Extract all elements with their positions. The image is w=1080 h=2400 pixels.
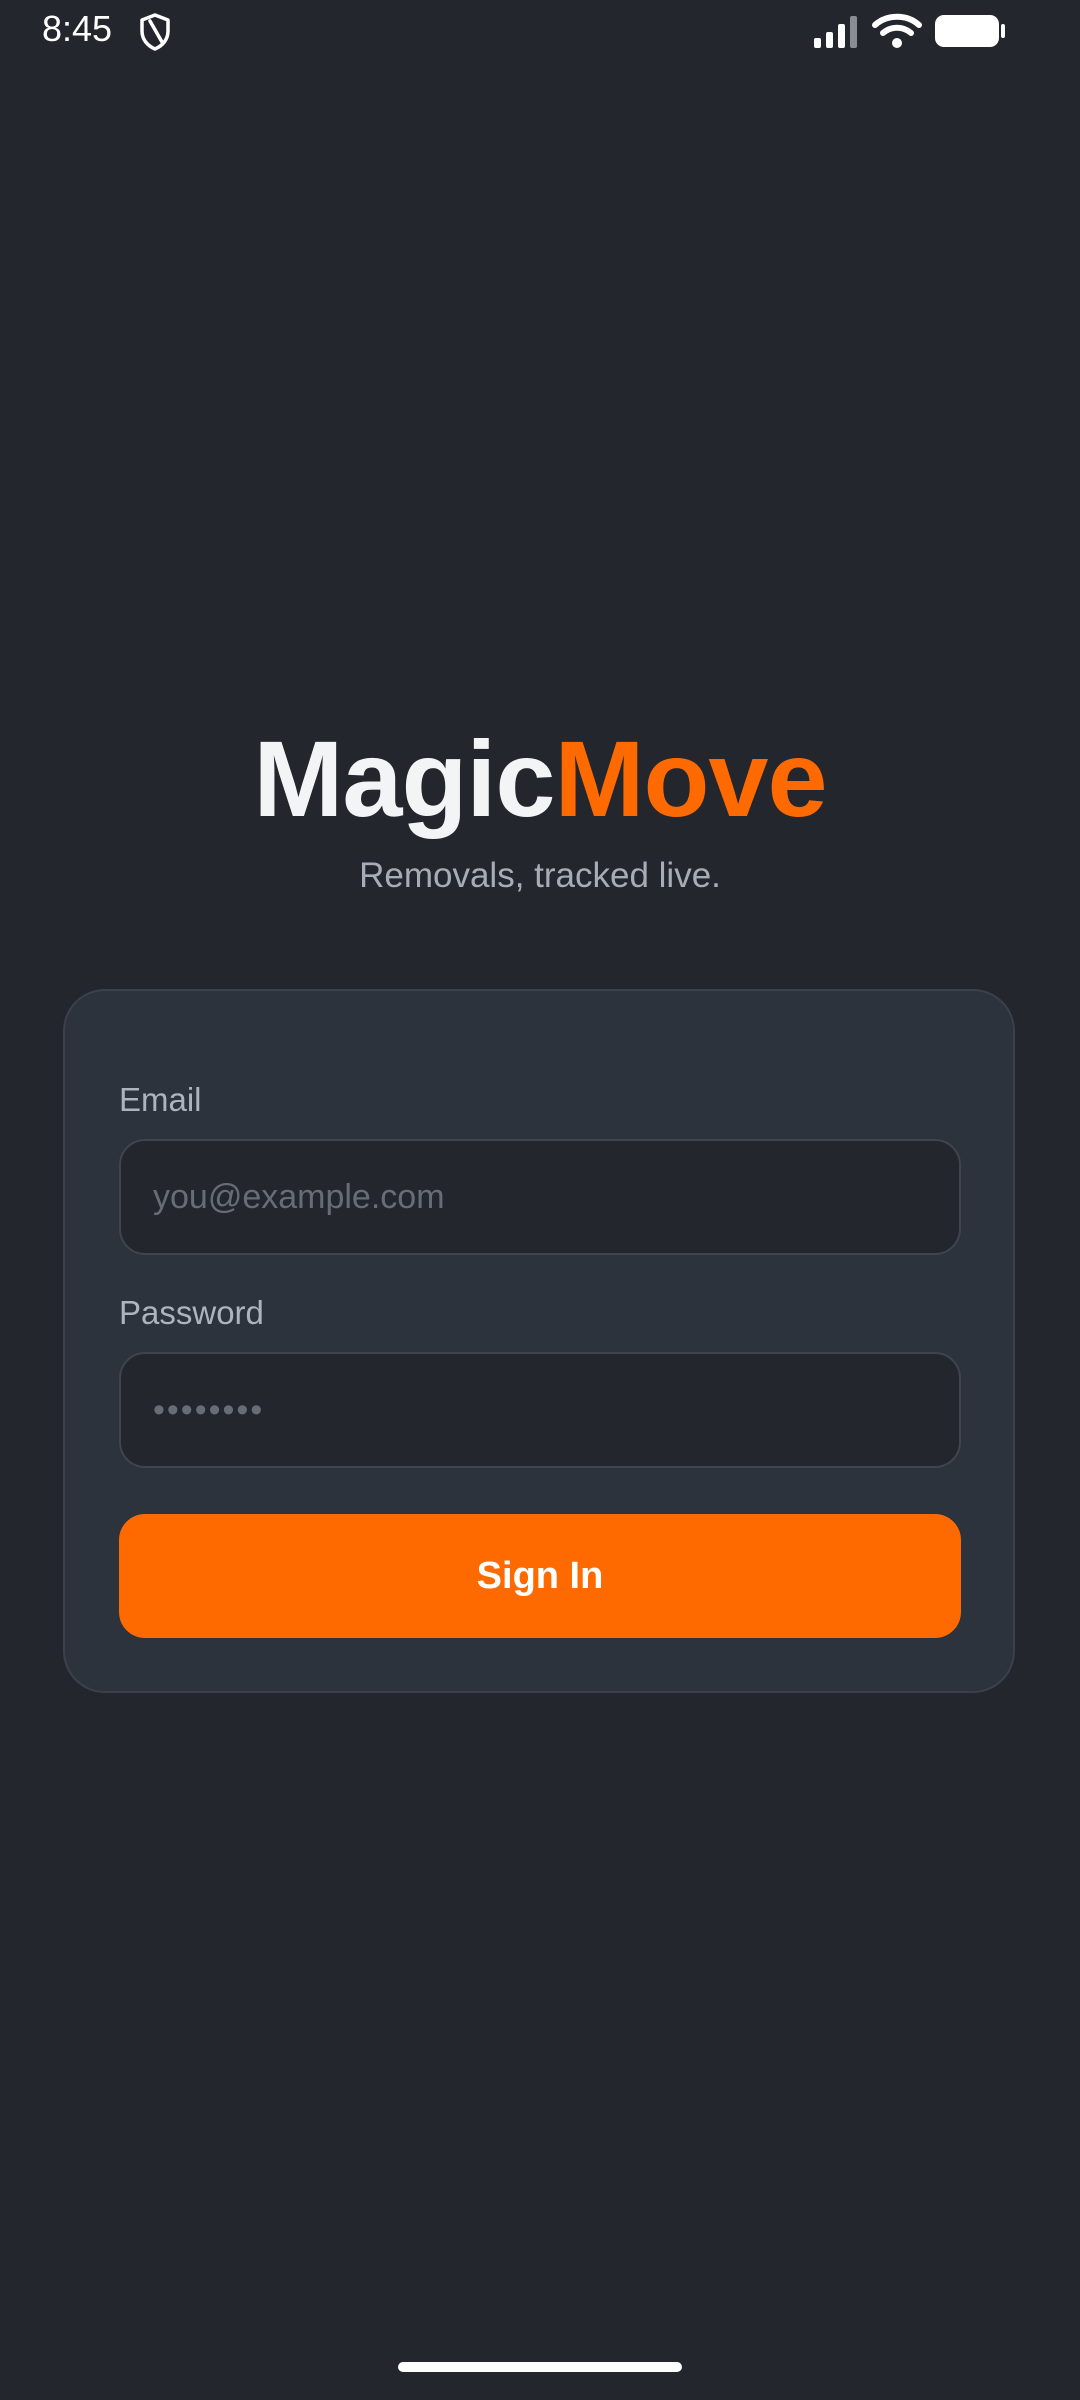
brand-name-accent: Move (554, 718, 828, 839)
email-field[interactable] (119, 1139, 961, 1255)
status-time: 8:45 (42, 8, 113, 49)
tagline: Removals, tracked live. (359, 856, 721, 895)
sign-in-button[interactable]: Sign In (119, 1514, 961, 1638)
wifi-icon (872, 12, 922, 50)
brand-name-primary: Magic (253, 718, 555, 839)
email-label: Email (119, 1081, 202, 1118)
signal-icon (812, 14, 860, 50)
app-logo: MagicMove (0, 720, 1080, 838)
home-indicator[interactable] (398, 2362, 682, 2372)
login-card: Email Password Sign In (63, 989, 1015, 1693)
shield-icon (138, 12, 172, 52)
password-label: Password (119, 1294, 264, 1331)
battery-icon (934, 14, 1006, 48)
status-bar: 8:45 (0, 0, 1080, 64)
login-screen: 8:45 MagicMove Removals, tracked live. E… (0, 0, 1080, 2400)
password-field[interactable] (119, 1352, 961, 1468)
